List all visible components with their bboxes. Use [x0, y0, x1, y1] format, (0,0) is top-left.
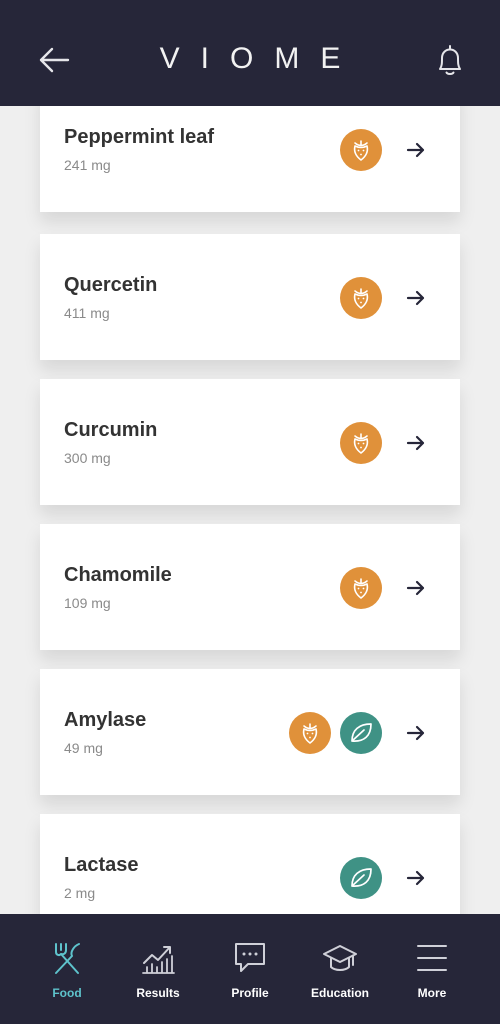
tab-results[interactable]: Results: [108, 914, 208, 1024]
item-name: Amylase: [64, 709, 147, 731]
item-name: Peppermint leaf: [64, 126, 215, 148]
tab-profile[interactable]: Profile: [200, 914, 300, 1024]
menu-icon: [417, 945, 447, 971]
chat-bubble-icon: [235, 943, 265, 972]
list-item[interactable]: Quercetin 411 mg: [40, 234, 460, 360]
arrow-right-icon[interactable]: [406, 140, 426, 160]
tab-label: More: [417, 986, 447, 1000]
list-item[interactable]: Lactase 2 mg: [40, 814, 460, 914]
leaf-badge: [340, 857, 382, 899]
item-name: Curcumin: [64, 419, 158, 441]
item-name: Lactase: [64, 854, 139, 876]
item-dose: 109 mg: [64, 595, 111, 611]
item-name: Quercetin: [64, 274, 158, 296]
bell-icon: [439, 45, 461, 75]
strawberry-badge: [340, 422, 382, 464]
strawberry-icon: [353, 140, 369, 161]
app-header: VIOME: [0, 0, 500, 106]
list-item[interactable]: Amylase 49 mg: [40, 669, 460, 795]
arrow-right-icon[interactable]: [406, 288, 426, 308]
item-dose: 300 mg: [64, 450, 111, 466]
strawberry-icon: [353, 578, 369, 599]
arrow-right-icon[interactable]: [406, 868, 426, 888]
strawberry-badge: [340, 567, 382, 609]
tab-label: Education: [310, 986, 369, 1000]
tab-food[interactable]: Food: [17, 914, 117, 1024]
tab-label: Food: [52, 986, 82, 1000]
item-dose: 49 mg: [64, 740, 103, 756]
tab-more[interactable]: More: [382, 914, 482, 1024]
arrow-right-icon[interactable]: [406, 433, 426, 453]
arrow-right-icon[interactable]: [406, 723, 426, 743]
supplement-list[interactable]: Peppermint leaf 241 mg Quercetin 411 mg …: [0, 106, 500, 914]
strawberry-badge: [340, 129, 382, 171]
tab-education[interactable]: Education: [290, 914, 390, 1024]
list-item[interactable]: Curcumin 300 mg: [40, 379, 460, 505]
item-dose: 241 mg: [64, 157, 111, 173]
item-dose: 411 mg: [64, 305, 110, 321]
item-name: Chamomile: [64, 564, 172, 586]
bottom-tab-bar: Food Results Profile Education More: [0, 914, 500, 1024]
notifications-button[interactable]: [434, 44, 466, 78]
leaf-icon: [351, 868, 372, 887]
item-dose: 2 mg: [64, 885, 96, 901]
strawberry-badge: [340, 277, 382, 319]
strawberry-badge: [289, 712, 331, 754]
strawberry-icon: [353, 288, 369, 309]
leaf-badge: [340, 712, 382, 754]
strawberry-icon: [302, 723, 318, 744]
list-item[interactable]: Peppermint leaf 241 mg: [40, 106, 460, 212]
tab-label: Profile: [231, 986, 269, 1000]
graduation-cap-icon: [323, 945, 357, 971]
app-logo: VIOME: [159, 42, 362, 75]
tab-label: Results: [136, 986, 180, 1000]
arrow-right-icon[interactable]: [406, 578, 426, 598]
fork-knife-icon: [55, 943, 80, 974]
list-item[interactable]: Chamomile 109 mg: [40, 524, 460, 650]
leaf-icon: [351, 723, 372, 742]
chart-icon: [142, 946, 175, 974]
strawberry-icon: [353, 433, 369, 454]
